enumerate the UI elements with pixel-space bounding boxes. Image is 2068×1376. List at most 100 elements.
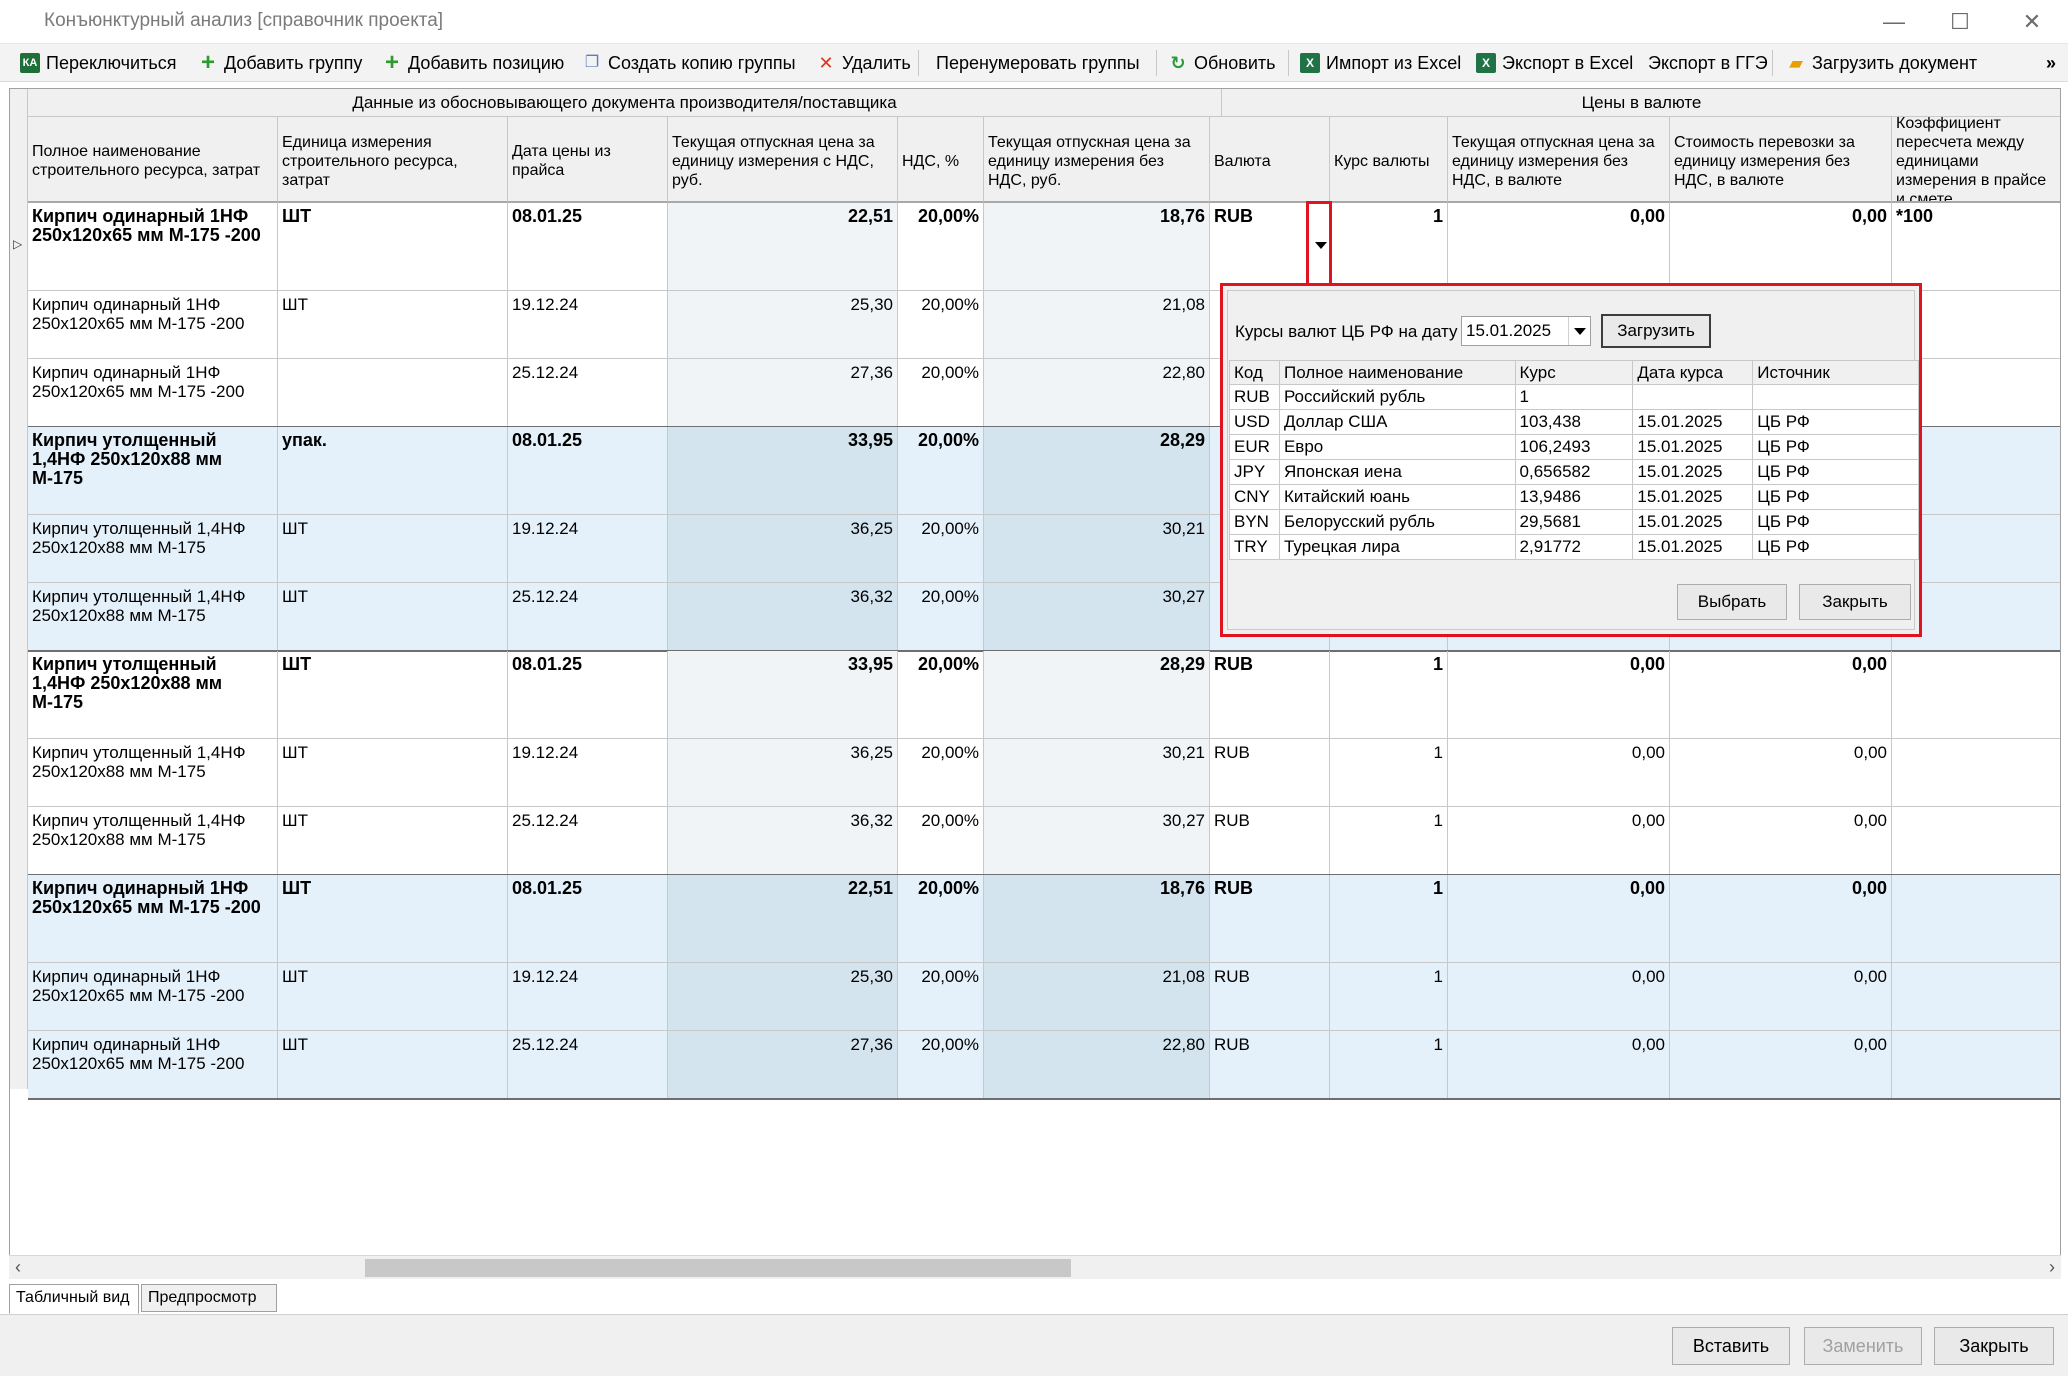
cell-date[interactable]: 25.12.24 xyxy=(508,1031,668,1099)
cell-rate[interactable]: 1 xyxy=(1330,875,1448,963)
cell-price-vat[interactable]: 36,25 xyxy=(668,515,898,583)
add-position-button[interactable]: + Добавить позицию xyxy=(380,50,564,76)
import-excel-button[interactable]: X Импорт из Excel xyxy=(1298,50,1461,76)
cell-transport[interactable]: 0,00 xyxy=(1670,203,1892,291)
col-header-name[interactable]: Полное наименование строительного ресурс… xyxy=(28,117,278,203)
rates-cell-name[interactable]: Японская иена xyxy=(1278,459,1516,485)
cell-price-novat[interactable]: 21,08 xyxy=(984,291,1210,359)
cell-name[interactable]: Кирпич одинарный 1НФ 250х120х65 мм М-175… xyxy=(28,875,278,963)
close-button[interactable]: Закрыть xyxy=(1934,1327,2054,1365)
cell-price-novat[interactable]: 22,80 xyxy=(984,359,1210,427)
rates-row[interactable]: EUR Евро 106,2493 15.01.2025 ЦБ РФ xyxy=(1229,434,1919,460)
cell-vat[interactable]: 20,00% xyxy=(898,963,984,1031)
rates-cell-rate[interactable]: 13,9486 xyxy=(1514,484,1634,510)
cell-price-cur[interactable]: 0,00 xyxy=(1448,963,1670,1031)
data-grid[interactable]: ▷ Данные из обосновывающего документа пр… xyxy=(9,88,2061,1266)
scrollbar-thumb[interactable] xyxy=(365,1259,1071,1277)
rates-cell-name[interactable]: Российский рубль xyxy=(1278,384,1516,410)
renumber-button[interactable]: Перенумеровать группы xyxy=(936,50,1140,76)
cell-date[interactable]: 08.01.25 xyxy=(508,651,668,739)
cell-transport[interactable]: 0,00 xyxy=(1670,807,1892,875)
rates-cell-source[interactable] xyxy=(1752,384,1919,410)
cell-unit[interactable]: ШТ xyxy=(278,651,508,739)
cell-transport[interactable]: 0,00 xyxy=(1670,739,1892,807)
rates-cell-code[interactable]: USD xyxy=(1229,409,1280,435)
cell-vat[interactable]: 20,00% xyxy=(898,1031,984,1099)
cell-name[interactable]: Кирпич одинарный 1НФ 250х120х65 мм М-175… xyxy=(28,291,278,359)
cell-rate[interactable]: 1 xyxy=(1330,739,1448,807)
switch-button[interactable]: КА Переключиться xyxy=(18,50,176,76)
cell-vat[interactable]: 20,00% xyxy=(898,875,984,963)
cell-price-vat[interactable]: 36,32 xyxy=(668,583,898,651)
rates-cell-date[interactable]: 15.01.2025 xyxy=(1632,409,1754,435)
rates-cell-date[interactable] xyxy=(1632,384,1754,410)
rates-cell-name[interactable]: Доллар США xyxy=(1278,409,1516,435)
currency-dropdown-button[interactable] xyxy=(1306,201,1332,289)
cell-currency[interactable]: RUB xyxy=(1210,651,1330,739)
cell-name[interactable]: Кирпич утолщенный 1,4НФ 250х120х88 мм М-… xyxy=(28,583,278,651)
cell-price-novat[interactable]: 22,80 xyxy=(984,1031,1210,1099)
cell-price-cur[interactable]: 0,00 xyxy=(1448,807,1670,875)
cell-price-novat[interactable]: 30,27 xyxy=(984,807,1210,875)
rates-row[interactable]: CNY Китайский юань 13,9486 15.01.2025 ЦБ РФ xyxy=(1229,484,1919,510)
cell-price-vat[interactable]: 27,36 xyxy=(668,1031,898,1099)
cell-unit[interactable]: ШТ xyxy=(278,203,508,291)
cell-price-vat[interactable]: 22,51 xyxy=(668,203,898,291)
rates-cell-name[interactable]: Китайский юань xyxy=(1278,484,1516,510)
cell-price-novat[interactable]: 21,08 xyxy=(984,963,1210,1031)
rates-cell-rate[interactable]: 106,2493 xyxy=(1514,434,1634,460)
cell-currency[interactable]: RUB xyxy=(1210,739,1330,807)
rates-cell-code[interactable]: BYN xyxy=(1229,509,1280,535)
rates-cell-name[interactable]: Белорусский рубль xyxy=(1278,509,1516,535)
rates-cell-date[interactable]: 15.01.2025 xyxy=(1632,459,1754,485)
rates-cell-rate[interactable]: 0,656582 xyxy=(1514,459,1634,485)
cell-price-cur[interactable]: 0,00 xyxy=(1448,203,1670,291)
cell-rate[interactable]: 1 xyxy=(1330,1031,1448,1099)
cell-vat[interactable]: 20,00% xyxy=(898,651,984,739)
rates-row[interactable]: USD Доллар США 103,438 15.01.2025 ЦБ РФ xyxy=(1229,409,1919,435)
group-row[interactable]: Кирпич одинарный 1НФ 250х120х65 мм М-175… xyxy=(28,875,2060,963)
tab-table-view[interactable]: Табличный вид xyxy=(9,1284,139,1314)
rates-cell-date[interactable]: 15.01.2025 xyxy=(1632,509,1754,535)
cell-name[interactable]: Кирпич одинарный 1НФ 250х120х65 мм М-175… xyxy=(28,359,278,427)
cell-price-novat[interactable]: 30,27 xyxy=(984,583,1210,651)
cell-price-vat[interactable]: 36,32 xyxy=(668,807,898,875)
cell-date[interactable]: 08.01.25 xyxy=(508,875,668,963)
cell-vat[interactable]: 20,00% xyxy=(898,515,984,583)
cell-currency[interactable]: RUB xyxy=(1210,807,1330,875)
load-rates-button[interactable]: Загрузить xyxy=(1601,314,1711,348)
cell-unit[interactable]: ШТ xyxy=(278,739,508,807)
export-excel-button[interactable]: X Экспорт в Excel xyxy=(1474,50,1633,76)
cell-vat[interactable]: 20,00% xyxy=(898,359,984,427)
cell-name[interactable]: Кирпич утолщенный 1,4НФ 250х120х88 мм М-… xyxy=(28,739,278,807)
cell-vat[interactable]: 20,00% xyxy=(898,583,984,651)
rates-cell-date[interactable]: 15.01.2025 xyxy=(1632,434,1754,460)
cell-unit[interactable]: ШТ xyxy=(278,1031,508,1099)
cell-price-cur[interactable]: 0,00 xyxy=(1448,739,1670,807)
cell-price-novat[interactable]: 18,76 xyxy=(984,203,1210,291)
rates-cell-code[interactable]: RUB xyxy=(1229,384,1280,410)
cell-coef[interactable] xyxy=(1892,875,2060,963)
cell-unit[interactable]: ШТ xyxy=(278,807,508,875)
col-header-transport[interactable]: Стоимость перевозки за единицу измерения… xyxy=(1670,117,1892,203)
rates-cell-rate[interactable]: 29,5681 xyxy=(1514,509,1634,535)
cell-transport[interactable]: 0,00 xyxy=(1670,875,1892,963)
cell-price-novat[interactable]: 30,21 xyxy=(984,515,1210,583)
tab-preview[interactable]: Предпросмотр xyxy=(141,1284,277,1312)
cell-date[interactable]: 25.12.24 xyxy=(508,807,668,875)
cell-currency[interactable]: RUB xyxy=(1210,1031,1330,1099)
cell-price-novat[interactable]: 30,21 xyxy=(984,739,1210,807)
cell-date[interactable]: 08.01.25 xyxy=(508,427,668,515)
rates-cell-code[interactable]: TRY xyxy=(1229,534,1280,560)
cell-coef[interactable] xyxy=(1892,651,2060,739)
cell-price-novat[interactable]: 18,76 xyxy=(984,875,1210,963)
export-gge-button[interactable]: Экспорт в ГГЭ xyxy=(1648,50,1768,76)
col-header-unit[interactable]: Единица измерения строительного ресурса,… xyxy=(278,117,508,203)
col-header-vat[interactable]: НДС, % xyxy=(898,117,984,203)
col-header-price-currency[interactable]: Текущая отпускная цена за единицу измере… xyxy=(1448,117,1670,203)
col-header-price-vat[interactable]: Текущая отпускная цена за единицу измере… xyxy=(668,117,898,203)
cell-price-vat[interactable]: 33,95 xyxy=(668,427,898,515)
cell-date[interactable]: 19.12.24 xyxy=(508,291,668,359)
group-row[interactable]: Кирпич одинарный 1НФ 250х120х65 мм М-175… xyxy=(28,203,2060,291)
cell-date[interactable]: 25.12.24 xyxy=(508,583,668,651)
